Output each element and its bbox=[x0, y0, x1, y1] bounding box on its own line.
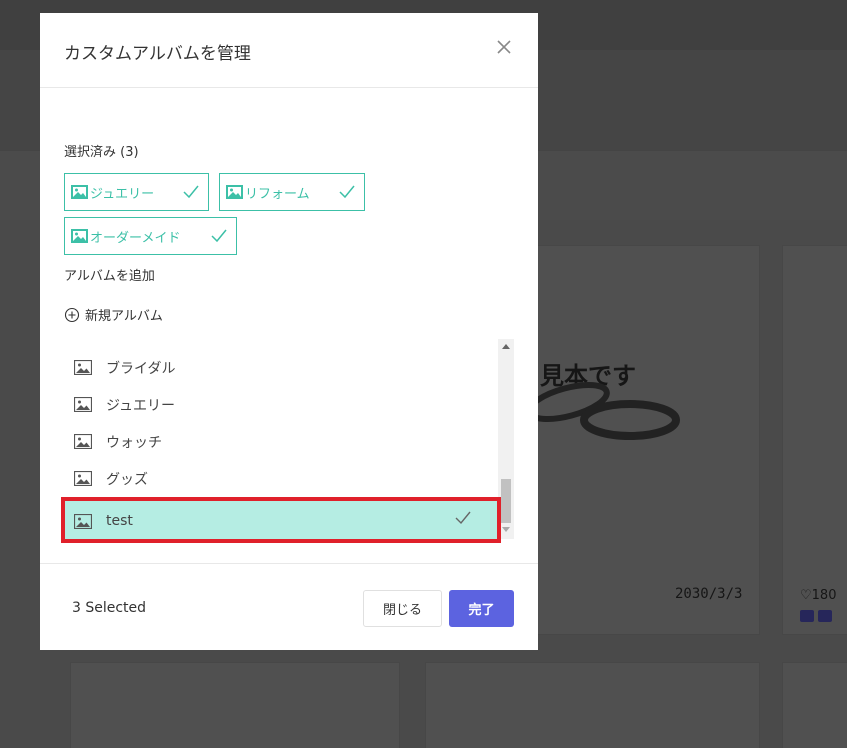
album-list-item-selected[interactable]: test bbox=[64, 500, 498, 539]
album-label: test bbox=[106, 513, 133, 529]
image-icon bbox=[818, 610, 832, 622]
done-button[interactable]: 完了 bbox=[449, 590, 514, 627]
check-icon bbox=[339, 185, 355, 199]
album-list-scrollbar[interactable] bbox=[498, 339, 514, 539]
image-icon bbox=[74, 513, 92, 529]
scrollbar-thumb[interactable] bbox=[501, 479, 511, 523]
background-likes: ♡180 bbox=[800, 588, 837, 603]
new-album-label: 新規アルバム bbox=[85, 309, 163, 324]
close-button[interactable] bbox=[494, 37, 514, 57]
close-dialog-button[interactable]: 閉じる bbox=[363, 590, 442, 627]
chip-label: リフォーム bbox=[245, 186, 310, 202]
dialog-header: カスタムアルバムを管理 bbox=[40, 13, 538, 88]
new-album-button[interactable]: 新規アルバム bbox=[64, 305, 163, 324]
add-album-label: アルバムを追加 bbox=[64, 269, 155, 284]
dialog-title: カスタムアルバムを管理 bbox=[64, 44, 251, 64]
chip-label: ジュエリー bbox=[90, 186, 155, 202]
background-card bbox=[782, 245, 847, 635]
close-icon bbox=[497, 40, 511, 54]
background-card bbox=[782, 662, 847, 748]
rings-image bbox=[526, 381, 680, 440]
selected-chip-reform[interactable]: リフォーム bbox=[219, 173, 365, 211]
image-icon bbox=[71, 229, 88, 243]
album-label: ジュエリー bbox=[106, 397, 176, 414]
background-card bbox=[425, 662, 760, 748]
image-icon bbox=[74, 360, 92, 375]
album-list-item[interactable]: ジュエリー bbox=[64, 386, 498, 423]
scroll-down-arrow-icon[interactable] bbox=[502, 527, 510, 532]
image-icon bbox=[74, 471, 92, 486]
background-card bbox=[70, 662, 400, 748]
selected-chip-jewelry[interactable]: ジュエリー bbox=[64, 173, 209, 211]
album-label: グッズ bbox=[106, 471, 148, 488]
plus-circle-icon bbox=[64, 307, 80, 322]
selected-chip-custom-order[interactable]: オーダーメイド bbox=[64, 217, 237, 255]
image-icon bbox=[74, 434, 92, 449]
album-label: ウォッチ bbox=[106, 434, 162, 451]
image-icon bbox=[226, 185, 243, 199]
selected-count: 3 Selected bbox=[72, 600, 147, 616]
background-date: 2030/3/3 bbox=[675, 586, 743, 602]
selected-albums-label: 選択済み (3) bbox=[64, 145, 139, 160]
image-icon bbox=[71, 185, 88, 199]
manage-album-dialog: カスタムアルバムを管理 選択済み (3) ジュエリー リフォーム オーダーメイド… bbox=[40, 13, 538, 650]
tag-icon bbox=[800, 610, 814, 622]
album-list: ブライダル ジュエリー ウォッチ グッズ test bbox=[64, 339, 514, 539]
album-list-item[interactable]: グッズ bbox=[64, 460, 498, 497]
check-icon bbox=[211, 229, 227, 243]
check-icon bbox=[183, 185, 199, 199]
album-list-item[interactable]: ブライダル bbox=[64, 349, 498, 386]
background-tag-icons bbox=[800, 610, 832, 622]
dialog-footer: 3 Selected 閉じる 完了 bbox=[40, 563, 538, 650]
image-icon bbox=[74, 397, 92, 412]
chip-label: オーダーメイド bbox=[90, 230, 181, 246]
album-list-item[interactable]: ウォッチ bbox=[64, 423, 498, 460]
album-label: ブライダル bbox=[106, 360, 176, 377]
check-icon bbox=[455, 511, 471, 525]
scroll-up-arrow-icon[interactable] bbox=[502, 344, 510, 349]
